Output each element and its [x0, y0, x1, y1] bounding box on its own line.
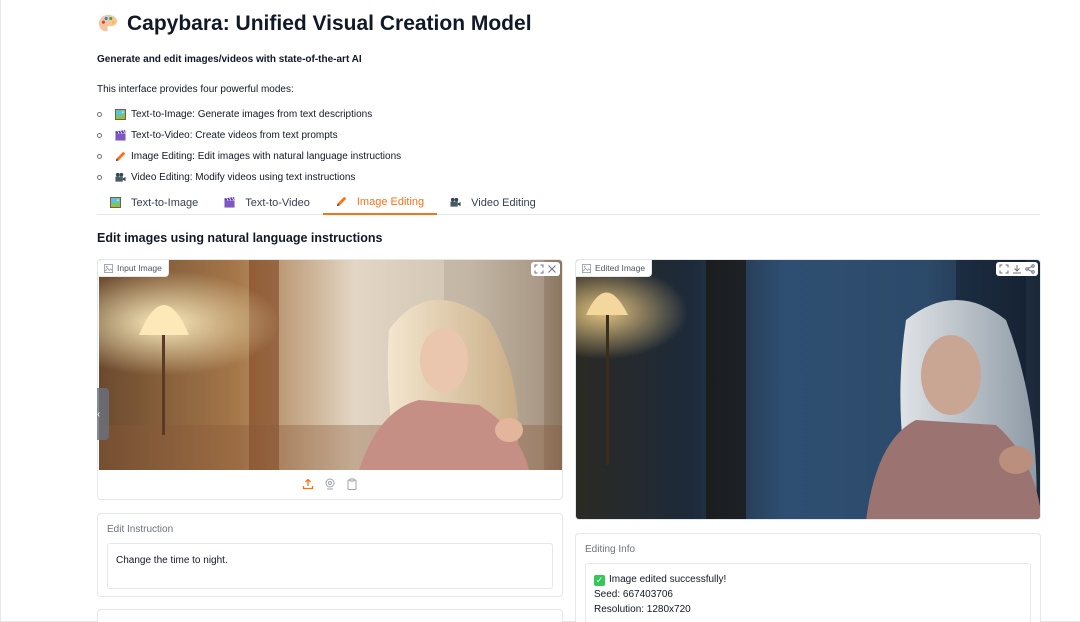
edit-instruction-label: Edit Instruction	[107, 524, 174, 535]
framed-picture-icon	[110, 197, 121, 208]
edited-image-toolbar	[996, 262, 1038, 276]
framed-picture-icon	[115, 109, 126, 120]
mode-list: Text-to-Image: Generate images from text…	[97, 104, 401, 188]
tab-label: Image Editing	[356, 195, 425, 208]
editing-info-panel: Editing Info ✓ Image edited successfully!…	[575, 533, 1041, 622]
tab-image-editing[interactable]: Image Editing	[322, 190, 438, 215]
page-title: Capybara: Unified Visual Creation Model	[97, 12, 532, 36]
input-image-toolbar	[531, 262, 560, 276]
editing-info-label: Editing Info	[585, 544, 636, 555]
clipboard-icon[interactable]	[346, 478, 358, 490]
edited-image-label-text: Edited Image	[595, 263, 646, 273]
video-camera-icon	[450, 197, 461, 207]
tab-label: Text-to-Image	[131, 196, 199, 209]
webcam-icon[interactable]	[324, 478, 336, 490]
bullet-icon	[97, 175, 102, 180]
clapper-board-icon	[115, 130, 126, 141]
mode-text: Video Editing: Modify videos using text …	[131, 172, 356, 183]
page-title-text: Capybara: Unified Visual Creation Model	[127, 12, 532, 35]
input-photo	[99, 260, 562, 470]
settings-panel	[97, 609, 563, 622]
tab-text-to-video[interactable]: Text-to-Video	[211, 190, 323, 215]
fullscreen-icon[interactable]	[999, 264, 1009, 274]
status-line: ✓ Image edited successfully!	[594, 572, 1022, 587]
mode-text: Image Editing: Edit images with natural …	[131, 151, 402, 162]
tab-label: Video Editing	[471, 196, 536, 209]
mode-list-item: Image Editing: Edit images with natural …	[97, 146, 401, 167]
mode-text: Text-to-Image: Generate images from text…	[131, 109, 373, 120]
seed-text: Seed: 667403706	[594, 589, 673, 600]
image-icon	[582, 263, 591, 273]
fullscreen-icon[interactable]	[534, 264, 544, 274]
status-text: Image edited successfully!	[609, 574, 727, 585]
bullet-icon	[97, 154, 102, 159]
collapse-handle[interactable]: ‹	[97, 388, 109, 440]
mode-text: Text-to-Video: Create videos from text p…	[131, 130, 338, 141]
input-image-panel: Input Image	[97, 259, 563, 500]
artist-palette-icon	[98, 14, 118, 32]
bullet-icon	[97, 112, 102, 117]
page-subtitle: Generate and edit images/videos with sta…	[97, 54, 362, 65]
image-source-buttons	[98, 468, 562, 499]
tab-video-editing[interactable]: Video Editing	[437, 190, 549, 215]
edited-image-panel: Edited Image	[575, 259, 1041, 520]
section-title: Edit images using natural language instr…	[97, 231, 383, 245]
mode-list-item: Video Editing: Modify videos using text …	[97, 167, 401, 188]
edited-photo	[576, 260, 1040, 519]
share-icon[interactable]	[1025, 264, 1035, 274]
edit-instruction-panel: Edit Instruction Change the time to nigh…	[97, 513, 563, 597]
video-camera-icon	[115, 172, 126, 182]
tab-label: Text-to-Video	[245, 196, 310, 209]
input-image-label: Input Image	[98, 260, 169, 277]
clapper-board-icon	[224, 197, 235, 208]
close-icon[interactable]	[547, 264, 557, 274]
input-image-label-text: Input Image	[117, 263, 162, 273]
mode-tabs: Text-to-Image Text-to-Video Image Editin…	[97, 190, 1040, 215]
pencil-icon	[336, 196, 347, 207]
bullet-icon	[97, 133, 102, 138]
edited-image-label: Edited Image	[576, 260, 653, 277]
image-icon	[104, 263, 113, 273]
tab-text-to-image[interactable]: Text-to-Image	[97, 190, 211, 215]
download-icon[interactable]	[1012, 264, 1022, 274]
upload-icon[interactable]	[302, 478, 314, 490]
editing-info-output: ✓ Image edited successfully! Seed: 667403…	[585, 563, 1031, 622]
pencil-icon	[115, 151, 126, 162]
mode-list-item: Text-to-Image: Generate images from text…	[97, 104, 401, 125]
check-mark-icon: ✓	[594, 575, 605, 586]
edit-instruction-input[interactable]: Change the time to night.	[107, 543, 553, 589]
mode-list-item: Text-to-Video: Create videos from text p…	[97, 125, 401, 146]
resolution-text: Resolution: 1280x720	[594, 604, 691, 615]
intro-text: This interface provides four powerful mo…	[97, 84, 294, 95]
